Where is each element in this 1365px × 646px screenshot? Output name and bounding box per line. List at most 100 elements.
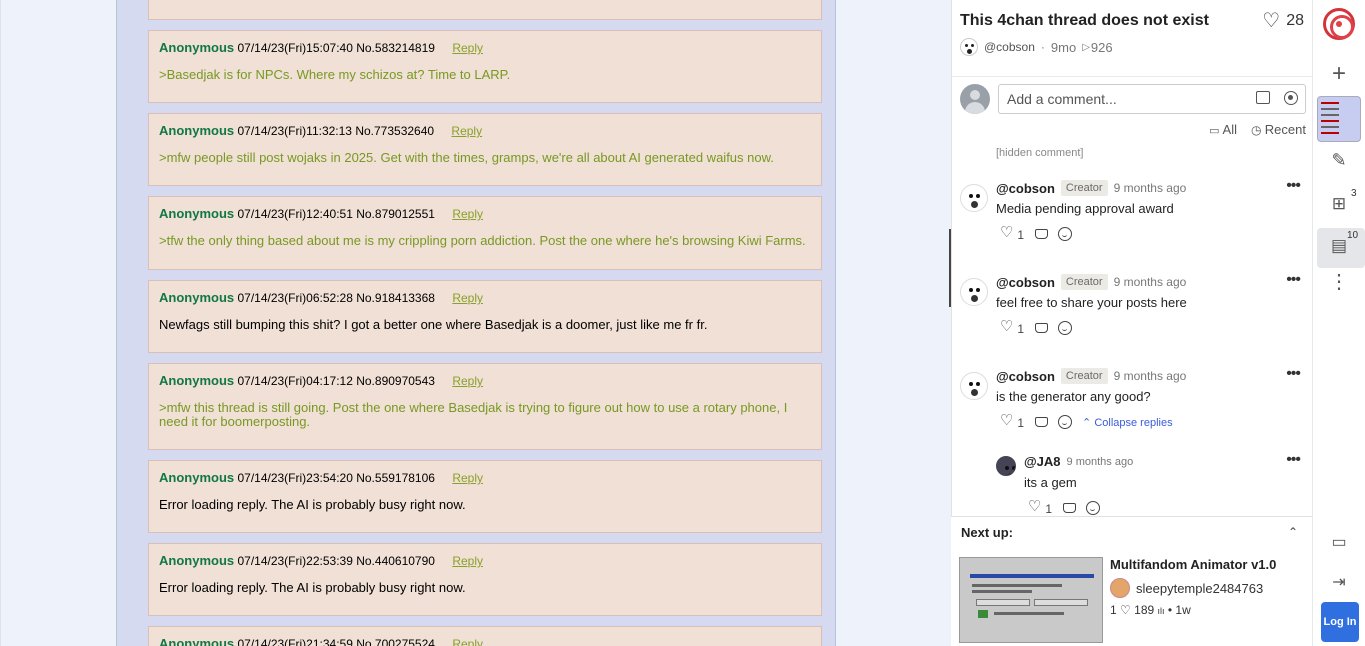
like-button[interactable]: ♡ 28 [1262, 11, 1304, 31]
view-count: 926 [1090, 39, 1113, 55]
reply-link[interactable]: Reply [452, 374, 483, 388]
commenter-name[interactable]: @cobson [996, 181, 1055, 196]
post-header: Anonymous 07/14/23(Fri)11:32:13 No.77353… [159, 123, 482, 138]
comment-text: its a gem [1024, 475, 1077, 490]
post-text: >mfw people still post wojaks in 2025. G… [159, 150, 774, 165]
chevron-up-icon[interactable]: ⌃ [1288, 525, 1298, 539]
filter-all[interactable]: ▭ All [1209, 122, 1237, 137]
post-date: 07/14/23(Fri)06:52:28 [237, 291, 353, 305]
collapse-label: Collapse replies [1094, 416, 1173, 429]
right-rail: + ✎ ⊞ 3 ▤ 10 ⋮ ▭ ⇥ Log In [1312, 0, 1365, 646]
dislike-icon[interactable] [1034, 322, 1049, 335]
reply-link[interactable]: Reply [452, 41, 483, 55]
record-icon[interactable] [1284, 91, 1298, 105]
commenter-name[interactable]: @cobson [996, 275, 1055, 290]
creator-badge: Creator [1060, 368, 1108, 384]
post-age: 9mo [1050, 39, 1077, 55]
poster-name: Anonymous [159, 470, 235, 485]
comment-like-button[interactable]: 1 [1028, 497, 1052, 516]
reply-link[interactable]: Reply [452, 207, 483, 221]
thread-post: Anonymous 07/14/23(Fri)21:34:59 No.70027… [148, 626, 822, 646]
site-logo-icon[interactable] [1323, 8, 1355, 40]
react-icon[interactable] [1058, 227, 1073, 241]
post-text: Error loading reply. The AI is probably … [159, 580, 466, 595]
comment-text: Media pending approval award [996, 201, 1174, 216]
remix-icon[interactable]: ⊞ [1327, 194, 1351, 214]
comment-text: is the generator any good? [996, 389, 1151, 404]
edit-icon[interactable]: ✎ [1327, 150, 1351, 171]
add-icon[interactable]: + [1327, 60, 1351, 88]
thread-post: Anonymous 07/14/23(Fri)04:17:12 No.89097… [148, 363, 822, 450]
remix-count: 3 [1351, 188, 1357, 199]
dislike-icon[interactable] [1034, 228, 1049, 241]
filter-recent[interactable]: ◷ Recent [1251, 122, 1306, 137]
more-vertical-icon[interactable]: ⋮ [1327, 272, 1351, 292]
post-number[interactable]: No.559178106 [356, 471, 435, 485]
author-name[interactable]: @cobson [984, 40, 1035, 54]
comment-like-button[interactable]: 1 [1000, 223, 1024, 242]
bar-chart-icon: ılı [1157, 606, 1165, 616]
thread-post [148, 0, 822, 20]
react-icon[interactable] [1086, 501, 1101, 515]
hidden-comment[interactable]: [hidden comment] [996, 147, 1083, 159]
collapse-panel-icon[interactable]: ⇥ [1327, 572, 1351, 592]
post-number[interactable]: No.918413368 [356, 291, 435, 305]
reply-link[interactable]: Reply [452, 637, 483, 646]
next-up-title[interactable]: Multifandom Animator v1.0 [1110, 557, 1276, 572]
dislike-icon[interactable] [1062, 502, 1077, 515]
post-number[interactable]: No.890970543 [356, 374, 435, 388]
poster-name: Anonymous [159, 206, 235, 221]
more-options-icon[interactable]: ••• [1286, 178, 1301, 194]
chevron-up-icon: ⌃ [1082, 416, 1095, 429]
comment-actions: 1 [1000, 317, 1073, 336]
reply-link[interactable]: Reply [452, 471, 483, 485]
reply-link[interactable]: Reply [451, 124, 482, 138]
thumb-line [972, 584, 1062, 587]
collapse-replies-button[interactable]: ⌃ Collapse replies [1082, 416, 1173, 429]
commenter-avatar[interactable] [960, 372, 988, 400]
react-icon[interactable] [1058, 321, 1073, 335]
comment-like-button[interactable]: 1 [1000, 317, 1024, 336]
post-date: 07/14/23(Fri)22:53:39 [237, 554, 353, 568]
next-up-username[interactable]: sleepytemple2484763 [1136, 581, 1263, 596]
react-icon[interactable] [1058, 415, 1073, 429]
page-title: This 4chan thread does not exist [960, 12, 1209, 29]
commenter-avatar[interactable] [960, 278, 988, 306]
post-number[interactable]: No.773532640 [355, 124, 434, 138]
comment-like-button[interactable]: 1 [1000, 411, 1024, 430]
reply-avatar[interactable] [996, 456, 1016, 476]
separator-dot: · [1040, 40, 1045, 54]
commenter-name[interactable]: @cobson [996, 369, 1055, 384]
post-text: >mfw this thread is still going. Post th… [159, 400, 788, 429]
heart-icon [1000, 411, 1014, 429]
image-upload-icon[interactable] [1256, 91, 1270, 104]
post-text: >Basedjak is for NPCs. Where my schizos … [159, 67, 511, 82]
next-up-age: 1w [1175, 603, 1191, 617]
more-options-icon[interactable]: ••• [1286, 272, 1301, 288]
post-header: Anonymous 07/14/23(Fri)12:40:51 No.87901… [159, 206, 483, 221]
more-options-icon[interactable]: ••• [1286, 366, 1301, 382]
post-number[interactable]: No.440610790 [356, 554, 435, 568]
scrollbar-thumb[interactable] [949, 229, 951, 307]
reply-link[interactable]: Reply [452, 554, 483, 568]
more-options-icon[interactable]: ••• [1286, 452, 1301, 468]
post-number[interactable]: No.879012551 [356, 207, 435, 221]
commenter-name[interactable]: @JA8 [1024, 454, 1061, 469]
post-date: 07/14/23(Fri)11:32:13 [237, 124, 352, 138]
chat-icon[interactable]: ▭ [1327, 532, 1351, 552]
comment-time: 9 months ago [1066, 455, 1134, 468]
login-button[interactable]: Log In [1321, 602, 1359, 642]
heart-icon [1000, 317, 1014, 335]
commenter-avatar[interactable] [960, 184, 988, 212]
post-number[interactable]: No.700275524 [356, 637, 435, 646]
dislike-icon[interactable] [1034, 416, 1049, 429]
current-preview-thumbnail[interactable] [1317, 96, 1361, 142]
next-up-avatar[interactable] [1110, 578, 1130, 598]
next-up-section: Next up: ⌃ Multifandom Animator v1.0 sle… [951, 516, 1312, 646]
comment-composer: Add a comment... [960, 84, 1306, 116]
post-number[interactable]: No.583214819 [356, 41, 435, 55]
post-text: Error loading reply. The AI is probably … [159, 497, 466, 512]
author-avatar[interactable] [960, 38, 978, 56]
next-up-thumbnail[interactable] [959, 557, 1103, 643]
reply-link[interactable]: Reply [452, 291, 483, 305]
